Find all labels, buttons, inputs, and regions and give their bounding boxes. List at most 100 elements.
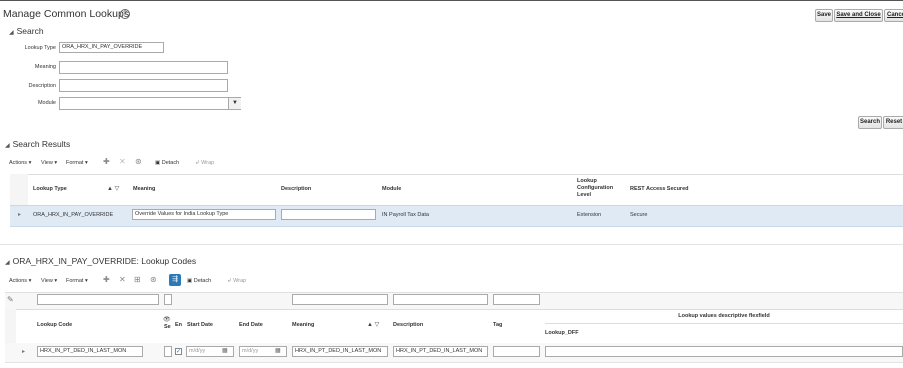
save-and-close-button[interactable]: Save and Close	[834, 9, 883, 22]
format-menu[interactable]: Format ▾	[66, 160, 88, 166]
row-meaning-input[interactable]: HRX_IN_PT_DED_IN_LAST_MON	[292, 346, 388, 357]
search-results-label: Search Results	[12, 139, 71, 149]
actions-menu[interactable]: Actions ▾	[9, 160, 31, 166]
row-tag-input[interactable]	[493, 346, 540, 357]
section-divider	[0, 244, 903, 245]
delete-icon[interactable]: ✕	[119, 157, 126, 166]
col-end-date[interactable]: End Date	[239, 322, 263, 328]
refresh-icon[interactable]: ⊛	[150, 275, 157, 284]
collapse-triangle-icon: ◢	[9, 30, 14, 36]
search-button[interactable]: Search	[858, 116, 882, 129]
col-description[interactable]: Description	[281, 186, 311, 192]
col-start-date[interactable]: Start Date	[187, 322, 213, 328]
row-expand-icon[interactable]: ▸	[18, 211, 21, 218]
row-lookup-code-input[interactable]: HRX_IN_PT_DED_IN_LAST_MON	[37, 346, 143, 357]
view-label: View	[41, 160, 53, 166]
lookup-type-input[interactable]: ORA_HRX_IN_PAY_OVERRIDE	[59, 42, 164, 53]
calendar-icon[interactable]: ▦	[222, 347, 228, 354]
col-lookup-dff[interactable]: Lookup_DFF	[545, 330, 579, 336]
filter-lookup-code[interactable]	[37, 294, 159, 305]
filter-tag[interactable]	[493, 294, 540, 305]
calendar-icon[interactable]: ▦	[275, 347, 281, 354]
wrap-icon: ↲	[227, 278, 232, 284]
filter-description[interactable]	[393, 294, 488, 305]
collapse-triangle-icon: ◢	[5, 143, 10, 149]
add-icon[interactable]: ✚	[103, 157, 110, 166]
row-expand-icon[interactable]: ▸	[22, 348, 25, 355]
filter-meaning[interactable]	[292, 294, 388, 305]
menu-caret-icon: ▾	[84, 160, 88, 166]
row-lookup-type[interactable]: ORA_HRX_IN_PAY_OVERRIDE	[33, 212, 113, 218]
reset-button[interactable]: Reset	[883, 116, 903, 129]
view-menu[interactable]: View ▾	[41, 160, 57, 166]
add-icon[interactable]: ✚	[103, 275, 110, 284]
col-meaning[interactable]: Meaning	[292, 322, 314, 328]
format-menu[interactable]: Format ▾	[66, 278, 88, 284]
refresh-icon[interactable]: ⊛	[135, 157, 142, 166]
col-sequence[interactable]: Se	[164, 324, 171, 330]
row-description-input[interactable]: HRX_IN_PT_DED_IN_LAST_MON	[393, 346, 488, 357]
actions-menu[interactable]: Actions ▾	[9, 278, 31, 284]
lookup-codes-header[interactable]: ◢ ORA_HRX_IN_PAY_OVERRIDE: Lookup Codes	[5, 256, 196, 266]
menu-caret-icon: ▾	[28, 278, 32, 284]
search-header-label: Search	[16, 26, 44, 36]
sort-icon[interactable]: ▲ ▽	[367, 321, 379, 328]
menu-caret-icon: ▾	[84, 278, 88, 284]
col-rest-access[interactable]: REST Access Secured	[630, 186, 689, 192]
search-results-header[interactable]: ◢ Search Results	[5, 139, 70, 149]
description-input[interactable]	[59, 79, 228, 92]
cancel-button[interactable]: Cance	[884, 9, 903, 22]
view-label: View	[41, 278, 53, 284]
detach-label: Detach	[161, 160, 180, 166]
row-description-input[interactable]	[281, 209, 376, 220]
menu-caret-icon: ▾	[54, 278, 58, 284]
edit-pencil-icon[interactable]: ✎	[7, 295, 14, 304]
col-configuration-level[interactable]: Lookup Configuration Level	[577, 178, 625, 199]
page-title: Manage Common Lookups	[3, 8, 130, 20]
search-section-header[interactable]: ◢ Search	[9, 26, 44, 36]
format-label: Format	[66, 160, 84, 166]
detach-icon: ▣	[187, 278, 193, 284]
visibility-icon: 👁	[163, 317, 171, 323]
module-select[interactable]	[59, 97, 241, 110]
col-tag[interactable]: Tag	[493, 322, 502, 328]
collapse-triangle-icon: ◢	[5, 260, 10, 266]
enabled-checkbox[interactable]: ✓	[175, 348, 182, 355]
row-lookup-dff-input[interactable]	[545, 346, 903, 357]
help-icon[interactable]: ?	[120, 9, 130, 19]
lookup-type-label: Lookup Type	[24, 45, 56, 51]
meaning-input[interactable]	[59, 61, 228, 74]
col-lookup-type[interactable]: Lookup Type	[33, 186, 67, 192]
sort-icon[interactable]: ▲ ▽	[107, 185, 119, 192]
row-selector-header	[5, 309, 16, 343]
col-meaning[interactable]: Meaning	[133, 186, 155, 192]
save-button[interactable]: Save	[815, 9, 833, 22]
wrap-icon: ↲	[195, 160, 200, 166]
module-label: Module	[37, 100, 56, 106]
row-module: IN Payroll Tax Data	[382, 212, 429, 218]
col-description[interactable]: Description	[393, 322, 423, 328]
detach-button[interactable]: ▣ Detach	[187, 278, 211, 284]
row-sequence-input[interactable]	[164, 346, 172, 357]
row-meaning-input[interactable]: Override Values for India Lookup Type	[132, 209, 276, 220]
wrap-label: Wrap	[201, 160, 215, 166]
export-icon[interactable]: ⊞	[134, 275, 141, 284]
actions-label: Actions	[9, 278, 28, 284]
query-by-example-icon[interactable]: ⇶	[169, 274, 181, 286]
delete-icon[interactable]: ✕	[119, 275, 126, 284]
menu-caret-icon: ▾	[28, 160, 32, 166]
detach-button[interactable]: ▣ Detach	[155, 160, 179, 166]
actions-label: Actions	[9, 160, 28, 166]
dropdown-arrow-icon[interactable]: ▼	[228, 98, 241, 109]
detach-icon: ▣	[155, 160, 161, 166]
wrap-button[interactable]: ↲ Wrap	[227, 278, 246, 284]
filter-sequence[interactable]	[164, 294, 172, 305]
col-enabled[interactable]: En	[175, 322, 182, 328]
top-border	[0, 0, 903, 1]
view-menu[interactable]: View ▾	[41, 278, 57, 284]
detach-label: Detach	[193, 278, 212, 284]
description-label: Description	[28, 83, 56, 89]
col-lookup-code[interactable]: Lookup Code	[37, 322, 72, 328]
col-module[interactable]: Module	[382, 186, 401, 192]
wrap-button[interactable]: ↲ Wrap	[195, 160, 214, 166]
